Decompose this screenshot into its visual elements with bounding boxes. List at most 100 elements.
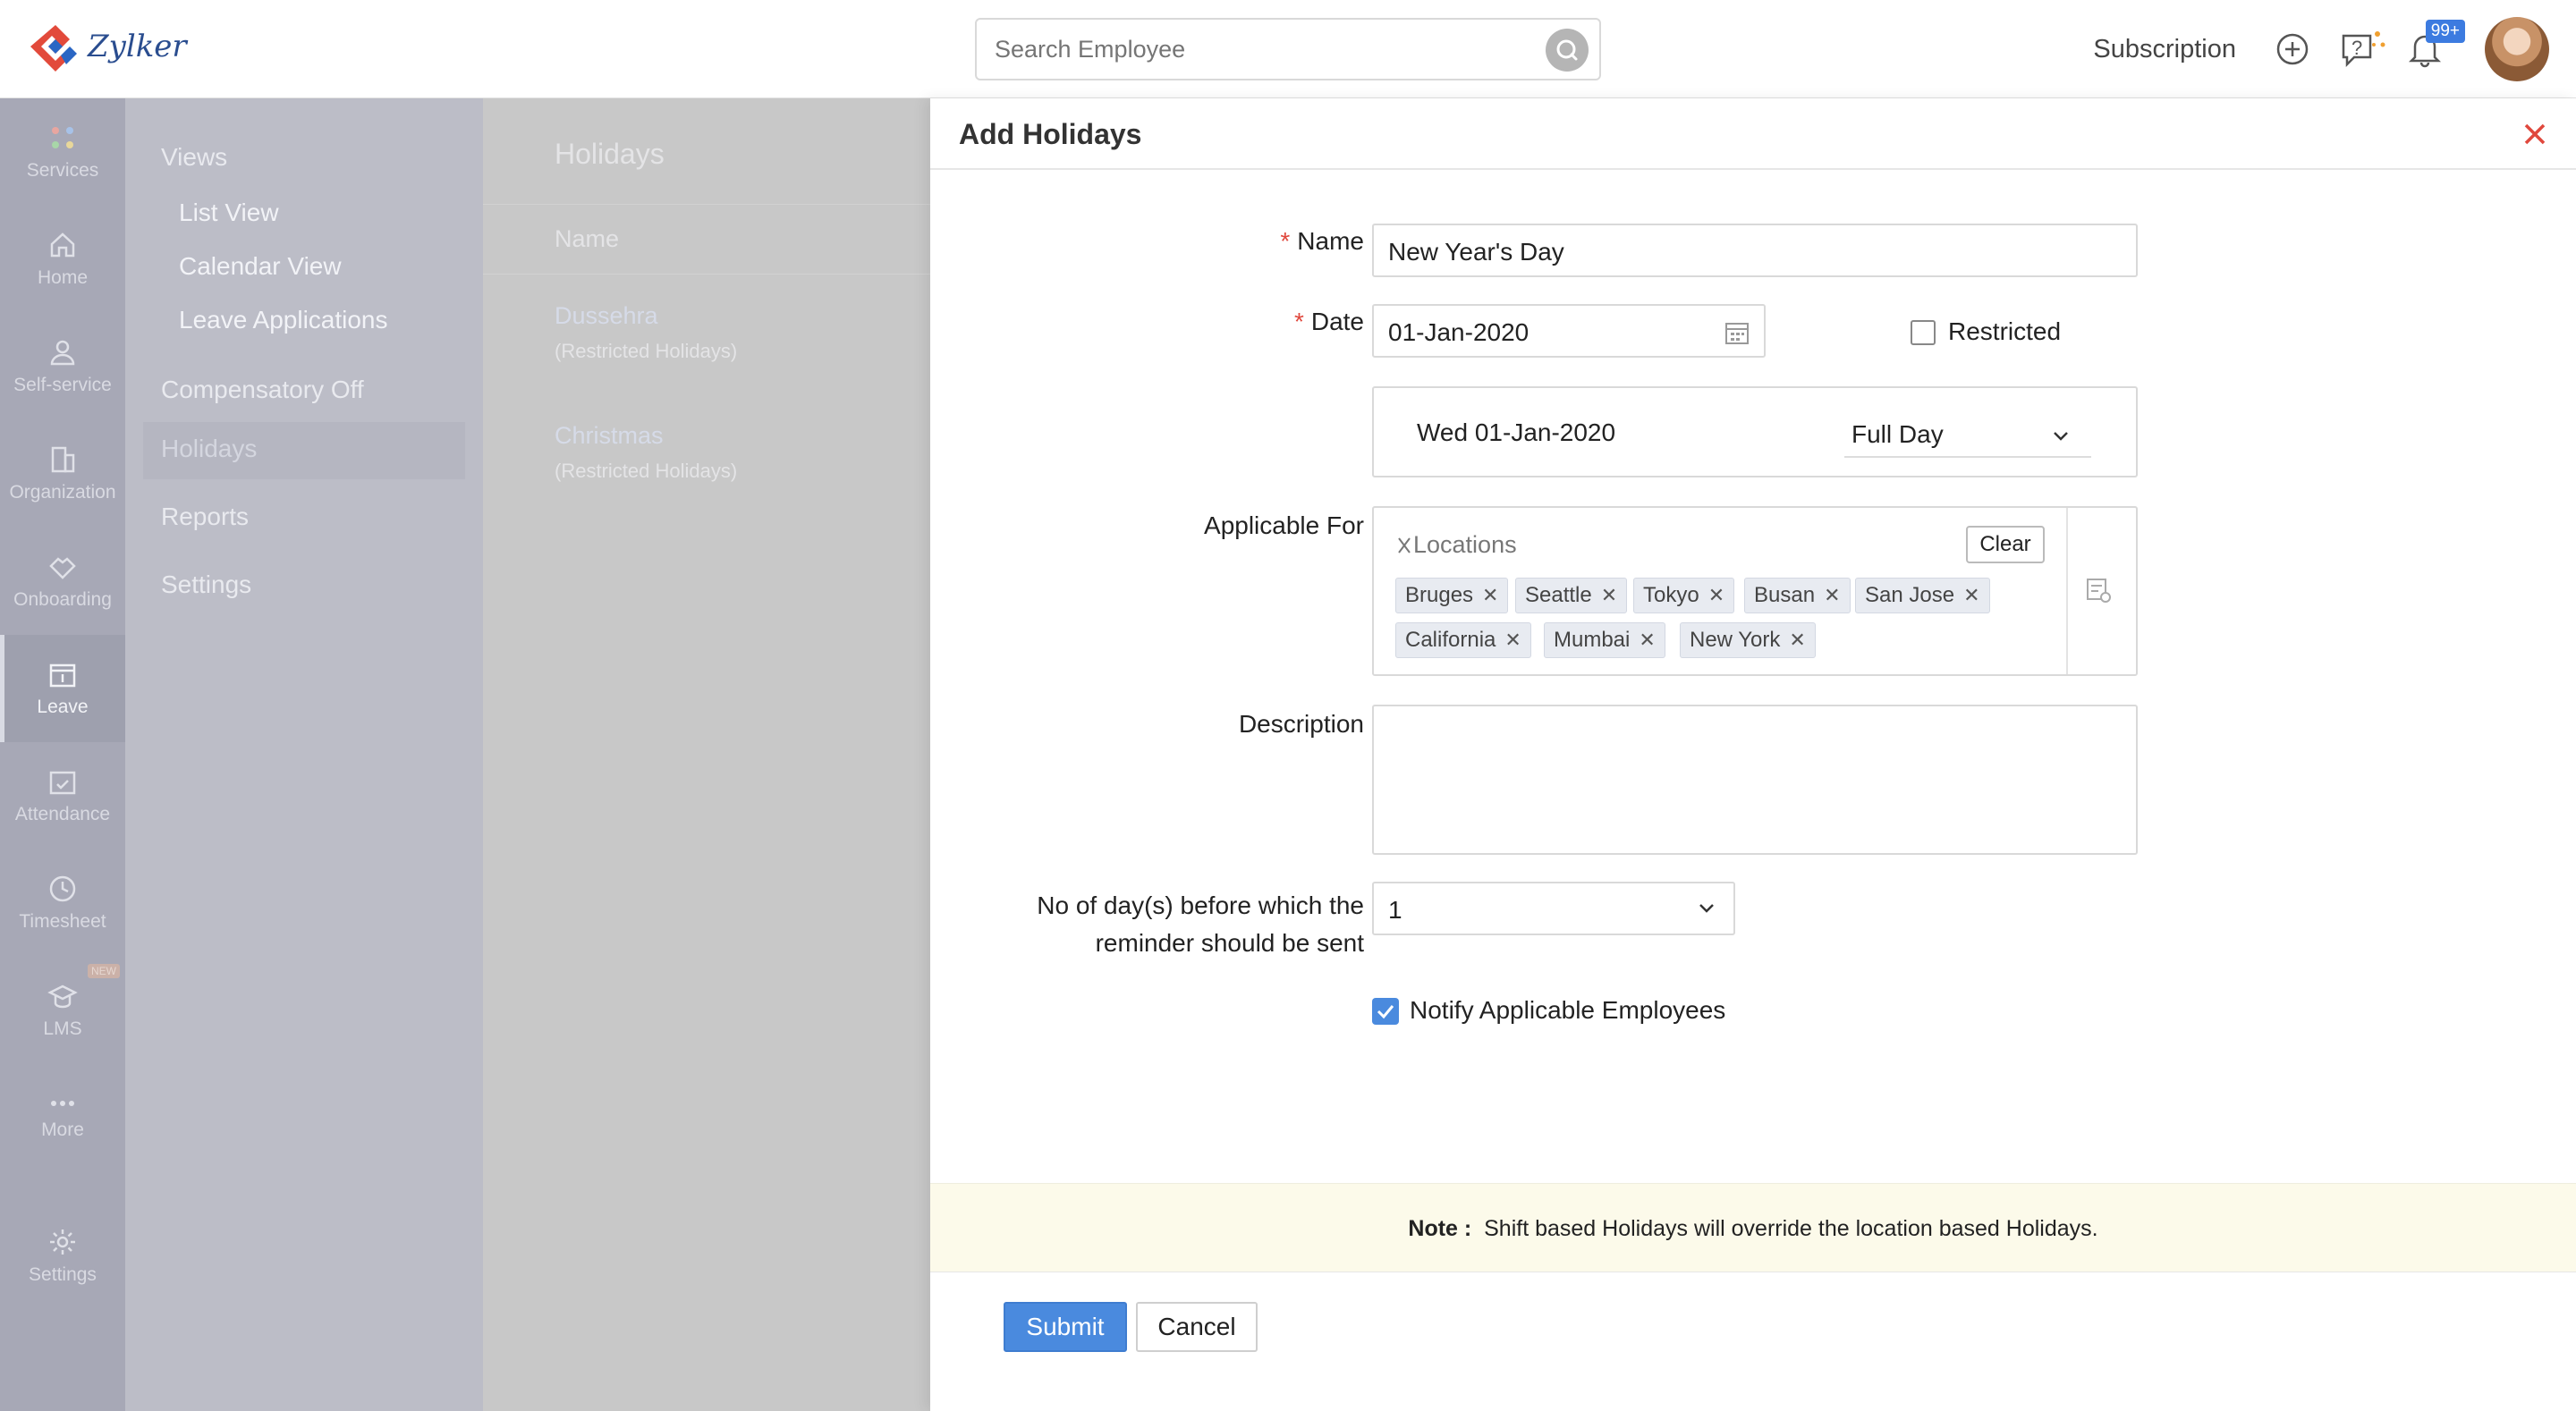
submenu-settings[interactable]: Settings — [161, 570, 251, 599]
reminder-value: 1 — [1388, 896, 1402, 924]
reminder-select[interactable]: 1 — [1372, 882, 1735, 935]
divider — [483, 204, 930, 205]
avatar[interactable] — [2485, 17, 2549, 81]
rail-item-services[interactable]: Services — [0, 98, 125, 206]
graduation-cap-icon — [47, 984, 78, 1009]
search-box — [975, 18, 1601, 80]
note-banner: Note : Shift based Holidays will overrid… — [930, 1183, 2576, 1272]
location-tag-label: New York — [1690, 628, 1781, 652]
remove-tag-icon[interactable]: ✕ — [1708, 584, 1724, 607]
panel-header: Add Holidays — [930, 98, 2576, 170]
gear-icon — [50, 1229, 75, 1255]
logo[interactable]: Zylker — [30, 21, 187, 72]
remove-tag-icon[interactable]: ✕ — [1963, 584, 1979, 607]
restricted-label: Restricted — [1948, 317, 2062, 345]
applicable-for-label: Applicable For — [1204, 511, 1364, 539]
date-label: * Date — [1294, 308, 1364, 336]
submenu-reports[interactable]: Reports — [161, 503, 249, 531]
description-label: Description — [1238, 710, 1364, 738]
close-button[interactable] — [2519, 118, 2551, 150]
rail-item-attendance[interactable]: Attendance — [0, 742, 125, 849]
notification-badge: 99+ — [2425, 20, 2465, 43]
search-input[interactable] — [995, 36, 1513, 63]
name-field[interactable]: New Year's Day — [1372, 224, 2138, 277]
name-label: * Name — [1280, 227, 1364, 256]
remove-tag-icon[interactable]: ✕ — [1482, 584, 1498, 607]
rail-item-leave[interactable]: Leave — [0, 635, 125, 742]
submit-button[interactable]: Submit — [1004, 1302, 1127, 1352]
rail-item-lms[interactable]: NEW LMS — [0, 957, 125, 1064]
rail-item-more[interactable]: More — [0, 1064, 125, 1171]
top-right-actions: Subscription ? 99+ — [2093, 17, 2549, 81]
submenu-leave-applications[interactable]: Leave Applications — [179, 306, 388, 334]
rail-item-timesheet[interactable]: Timesheet — [0, 849, 125, 957]
rail-item-onboarding[interactable]: Onboarding — [0, 528, 125, 635]
search-button[interactable] — [1546, 29, 1589, 72]
divider — [483, 274, 930, 275]
day-type-value: Full Day — [1852, 420, 1944, 448]
location-tag-label: Mumbai — [1554, 628, 1631, 652]
checkmark-icon — [1377, 1005, 1394, 1019]
location-tag: California ✕ — [1395, 622, 1531, 658]
submenu-views[interactable]: Views — [161, 143, 227, 172]
day-type-select[interactable]: Full Day — [1844, 413, 2091, 458]
remove-tag-icon[interactable]: ✕ — [1601, 584, 1617, 607]
list-column-header: Name — [555, 225, 620, 252]
submenu-list-view[interactable]: List View — [179, 199, 279, 227]
rail-item-self-service[interactable]: Self-service — [0, 313, 125, 420]
location-tag: New York ✕ — [1680, 622, 1816, 658]
remove-tag-icon[interactable]: ✕ — [1639, 629, 1655, 652]
rail-label: Home — [37, 267, 89, 288]
submenu-compensatory-off[interactable]: Compensatory Off — [161, 376, 364, 404]
locations-header[interactable]: Locations — [1395, 531, 1517, 559]
calendar-icon[interactable] — [1723, 318, 1751, 347]
user-icon — [50, 340, 75, 366]
submenu-holidays[interactable]: Holidays — [161, 435, 257, 463]
restricted-checkbox[interactable] — [1911, 320, 1936, 345]
rail-item-settings[interactable]: Settings — [0, 1203, 125, 1310]
submenu-calendar-view[interactable]: Calendar View — [179, 252, 342, 281]
more-dots-icon — [51, 1101, 74, 1106]
remove-tag-icon[interactable]: ✕ — [1789, 629, 1805, 652]
chevron-down-icon — [2054, 432, 2068, 441]
home-icon — [50, 232, 75, 258]
applicable-for-field: Locations Clear Bruges ✕ Seattle ✕ Tokyo ✕ … — [1372, 506, 2138, 676]
help-icon[interactable]: ? — [2338, 29, 2385, 70]
remove-tag-icon[interactable]: ✕ — [1504, 629, 1521, 652]
svg-text:?: ? — [2351, 37, 2362, 59]
cancel-button[interactable]: Cancel — [1136, 1302, 1258, 1352]
required-marker: * — [1280, 227, 1291, 255]
add-icon[interactable] — [2272, 29, 2313, 70]
date-field[interactable]: 01-Jan-2020 — [1372, 304, 1766, 358]
rail-item-organization[interactable]: Organization — [0, 420, 125, 528]
required-marker: * — [1293, 308, 1304, 335]
date-value: 01-Jan-2020 — [1388, 318, 1530, 346]
note-prefix: Note : — [1408, 1216, 1472, 1241]
notify-checkbox[interactable] — [1372, 998, 1399, 1025]
description-field[interactable] — [1372, 705, 2138, 855]
bell-icon[interactable]: 99+ — [2404, 20, 2465, 70]
handshake-icon — [49, 557, 76, 579]
location-tag-label: Tokyo — [1643, 583, 1699, 607]
logo-text: Zylker — [88, 29, 187, 64]
list-item[interactable]: Christmas — [555, 422, 664, 450]
clock-icon — [49, 875, 76, 902]
location-tag: Bruges ✕ — [1395, 578, 1509, 613]
close-icon — [2524, 123, 2546, 145]
list-item[interactable]: Dussehra — [555, 302, 658, 330]
location-tag-label: Busan — [1754, 583, 1816, 607]
rail-item-home[interactable]: Home — [0, 206, 125, 313]
subscription-link[interactable]: Subscription — [2093, 35, 2236, 64]
note-text: Shift based Holidays will override the l… — [1484, 1216, 2098, 1241]
reminder-label-line2: reminder should be sent — [1095, 929, 1364, 957]
location-settings-icon[interactable] — [2082, 574, 2114, 606]
clear-button[interactable]: Clear — [1966, 526, 2045, 563]
search-icon — [1556, 39, 1578, 61]
chevron-down-icon — [1699, 904, 1714, 913]
remove-tag-icon[interactable]: ✕ — [1824, 584, 1840, 607]
list-item-sub: (Restricted Holidays) — [555, 340, 738, 362]
collapse-icon — [1398, 537, 1411, 553]
add-holidays-panel: Add Holidays * Name New Year's Day * Date … — [930, 98, 2576, 1411]
leave-submenu: Views List View Calendar View Leave Appl… — [125, 98, 483, 1411]
rail-label: Timesheet — [19, 911, 106, 932]
